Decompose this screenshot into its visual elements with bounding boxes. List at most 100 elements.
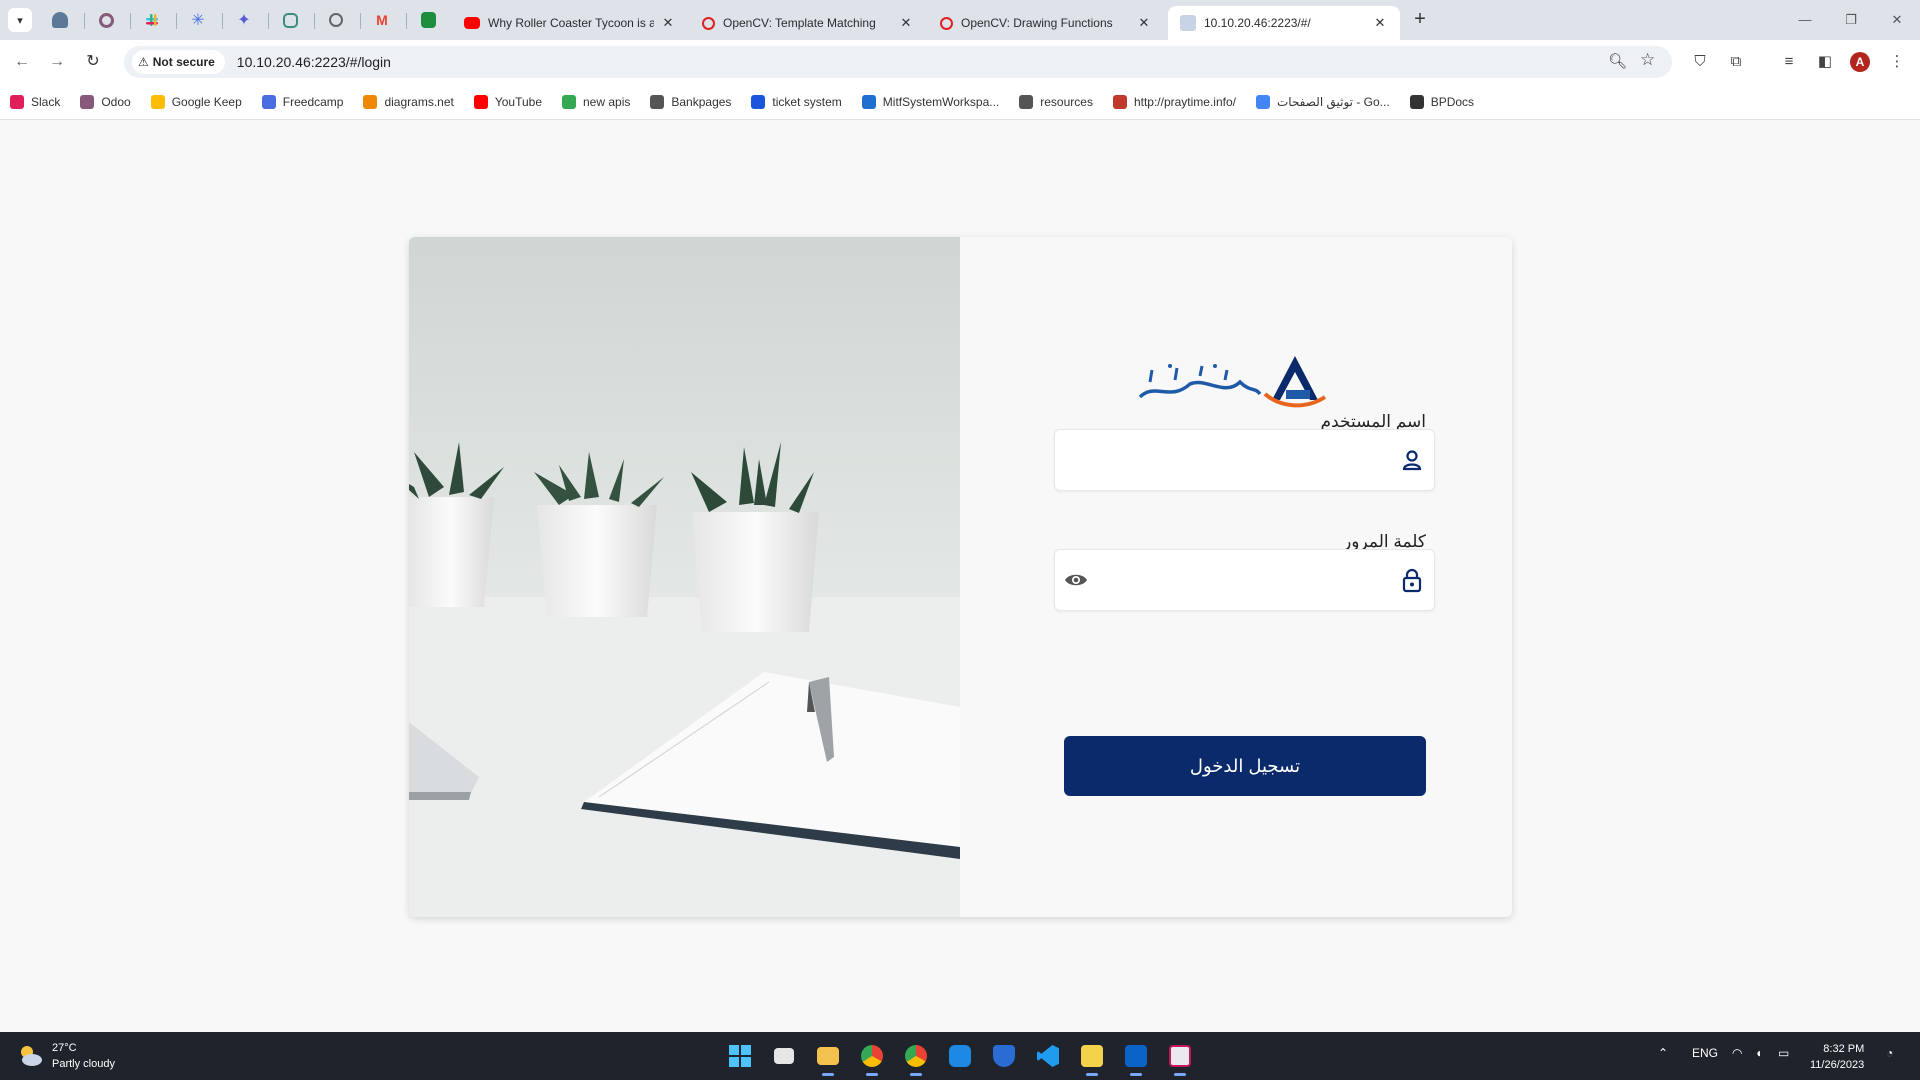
bookmark-icon bbox=[861, 94, 876, 109]
tab-active-login[interactable]: 10.10.20.46:2223/#/ ✕ bbox=[1168, 6, 1400, 40]
tab-separator bbox=[130, 13, 131, 29]
minimize-button[interactable]: — bbox=[1782, 6, 1828, 34]
bookmark-star-icon[interactable]: ☆ bbox=[1640, 50, 1655, 70]
security-chip[interactable]: ⚠ Not secure bbox=[132, 50, 225, 74]
reload-button[interactable]: ↻ bbox=[81, 50, 105, 74]
tab-drawing-functions[interactable]: OpenCV: Drawing Functions ✕ bbox=[928, 6, 1164, 40]
zoom-icon[interactable]: 🔍︎ bbox=[1608, 52, 1627, 70]
bookmark-item[interactable]: Google Keep bbox=[150, 94, 242, 109]
close-icon[interactable]: ✕ bbox=[660, 15, 676, 31]
media-control-icon[interactable]: ≡ bbox=[1777, 50, 1801, 74]
bookmark-icon bbox=[1112, 94, 1127, 109]
start-button[interactable] bbox=[724, 1040, 756, 1072]
restore-button[interactable]: ❐ bbox=[1828, 6, 1874, 34]
weather-temperature: 27°C bbox=[52, 1042, 77, 1054]
chevron-up-icon[interactable]: ⌃ bbox=[1658, 1046, 1668, 1060]
bookmark-icon bbox=[650, 94, 665, 109]
chrome-icon bbox=[861, 1045, 883, 1067]
pinned-tab-freedcamp[interactable]: ✳ bbox=[186, 8, 210, 32]
bookmark-label: Bankpages bbox=[671, 94, 732, 109]
page-content: اسم المستخدم كلمة المرور تسجيل الدخول bbox=[0, 120, 1920, 1032]
arrow-right-icon: → bbox=[49, 53, 65, 70]
address-bar[interactable]: ⚠ Not secure 10.10.20.46:2223/#/login 🔍︎… bbox=[124, 46, 1672, 78]
taskbar-snipping-tool[interactable] bbox=[1164, 1040, 1196, 1076]
bookmark-icon bbox=[150, 94, 165, 109]
bank-logo bbox=[1138, 356, 1327, 408]
bookmark-item[interactable]: diagrams.net bbox=[363, 94, 454, 109]
close-icon[interactable]: ✕ bbox=[898, 15, 914, 31]
bookmark-label: MitfSystemWorkspa... bbox=[882, 94, 1000, 109]
back-button[interactable]: ← bbox=[10, 50, 34, 74]
plus-icon: + bbox=[1414, 8, 1426, 30]
bookmark-item[interactable]: Slack bbox=[10, 94, 60, 109]
password-field[interactable] bbox=[1054, 549, 1435, 611]
shield-icon bbox=[993, 1045, 1015, 1067]
tab-separator bbox=[268, 13, 269, 29]
weather-widget[interactable]: 27°C Partly cloudy bbox=[16, 1040, 115, 1072]
bookmark-item[interactable]: Freedcamp bbox=[261, 94, 343, 109]
language-indicator[interactable]: ENG bbox=[1692, 1046, 1718, 1060]
password-input[interactable] bbox=[1105, 550, 1375, 610]
close-window-button[interactable]: ✕ bbox=[1874, 6, 1920, 34]
bookmark-icon bbox=[751, 94, 766, 109]
bookmark-item[interactable]: BPDocs bbox=[1409, 94, 1474, 109]
bookmark-item[interactable]: Odoo bbox=[80, 94, 131, 109]
sheets-icon bbox=[420, 12, 436, 28]
url-text[interactable]: 10.10.20.46:2223/#/login bbox=[237, 54, 391, 70]
new-tab-button[interactable]: + bbox=[1408, 8, 1432, 32]
tab-roller-coaster[interactable]: Why Roller Coaster Tycoon is a ✕ bbox=[452, 6, 688, 40]
menu-dots-icon[interactable]: ⋮ bbox=[1885, 50, 1909, 74]
opencv-icon bbox=[702, 16, 715, 30]
pinned-tab-chatgpt[interactable] bbox=[278, 8, 302, 32]
notes-icon bbox=[1081, 1045, 1103, 1067]
taskbar-file-explorer[interactable] bbox=[812, 1040, 844, 1076]
bookmark-item[interactable]: new apis bbox=[562, 94, 630, 109]
close-icon[interactable]: ✕ bbox=[1136, 15, 1152, 31]
tab-title: 10.10.20.46:2223/#/ bbox=[1204, 16, 1311, 30]
profile-avatar[interactable]: A bbox=[1850, 52, 1870, 72]
taskbar-outlook[interactable] bbox=[1120, 1040, 1152, 1076]
forward-button[interactable]: → bbox=[45, 50, 69, 74]
pinned-tab-sheets[interactable] bbox=[416, 8, 440, 32]
bookmark-label: Google Keep bbox=[171, 94, 242, 109]
clock-date: 11/26/2023 bbox=[1810, 1059, 1865, 1071]
taskbar-vscode[interactable] bbox=[1032, 1040, 1064, 1072]
bookmark-item[interactable]: توثيق الصفحات - Go... bbox=[1255, 94, 1390, 109]
restore-icon: ❐ bbox=[1845, 12, 1857, 27]
pinned-tab-slack[interactable] bbox=[140, 8, 164, 32]
bookmark-label: http://praytime.info/ bbox=[1133, 94, 1236, 109]
battery-icon[interactable]: ▭ bbox=[1778, 1046, 1789, 1060]
eye-icon[interactable] bbox=[1063, 567, 1089, 593]
shield-extension-icon[interactable]: ⛉ bbox=[1688, 50, 1712, 74]
bookmark-item[interactable]: MitfSystemWorkspa... bbox=[861, 94, 1000, 109]
tab-template-matching[interactable]: OpenCV: Template Matching ✕ bbox=[690, 6, 926, 40]
volume-icon[interactable]: ◖ bbox=[1755, 1046, 1762, 1060]
close-icon[interactable]: ✕ bbox=[1372, 15, 1388, 31]
notification-bell-icon[interactable]: ◔ bbox=[1886, 1046, 1893, 1060]
taskbar-app-shield[interactable] bbox=[988, 1040, 1020, 1072]
wifi-icon[interactable]: ◠ bbox=[1732, 1046, 1742, 1060]
username-input[interactable] bbox=[1105, 430, 1375, 490]
pinned-tab-1[interactable] bbox=[48, 8, 72, 32]
bookmark-item[interactable]: YouTube bbox=[473, 94, 542, 109]
bookmark-item[interactable]: ticket system bbox=[751, 94, 842, 109]
pinned-tab-odoo[interactable] bbox=[94, 8, 118, 32]
extensions-puzzle-icon[interactable]: ⧉ bbox=[1724, 50, 1748, 74]
bookmark-item[interactable]: http://praytime.info/ bbox=[1112, 94, 1236, 109]
taskbar-chrome-2[interactable] bbox=[900, 1040, 932, 1076]
task-view-button[interactable] bbox=[768, 1040, 800, 1072]
username-field[interactable] bbox=[1054, 429, 1435, 491]
pinned-tab-gmail[interactable]: M bbox=[370, 8, 394, 32]
pinned-tab-globe[interactable] bbox=[324, 8, 348, 32]
pinned-tab-gemini[interactable]: ✦ bbox=[232, 8, 256, 32]
system-clock[interactable]: 8:32 PM 11/26/2023 bbox=[1810, 1041, 1864, 1073]
bookmark-item[interactable]: resources bbox=[1019, 94, 1093, 109]
side-panel-icon[interactable]: ◧ bbox=[1813, 50, 1837, 74]
taskbar-chrome-1[interactable] bbox=[856, 1040, 888, 1076]
tab-search-button[interactable]: ▾ bbox=[8, 8, 32, 32]
taskbar-app-blue[interactable] bbox=[944, 1040, 976, 1072]
taskbar-app-notes[interactable] bbox=[1076, 1040, 1108, 1076]
bookmark-item[interactable]: Bankpages bbox=[650, 94, 732, 109]
login-button[interactable]: تسجيل الدخول bbox=[1064, 736, 1426, 796]
freedcamp-icon: ✳ bbox=[191, 12, 205, 29]
